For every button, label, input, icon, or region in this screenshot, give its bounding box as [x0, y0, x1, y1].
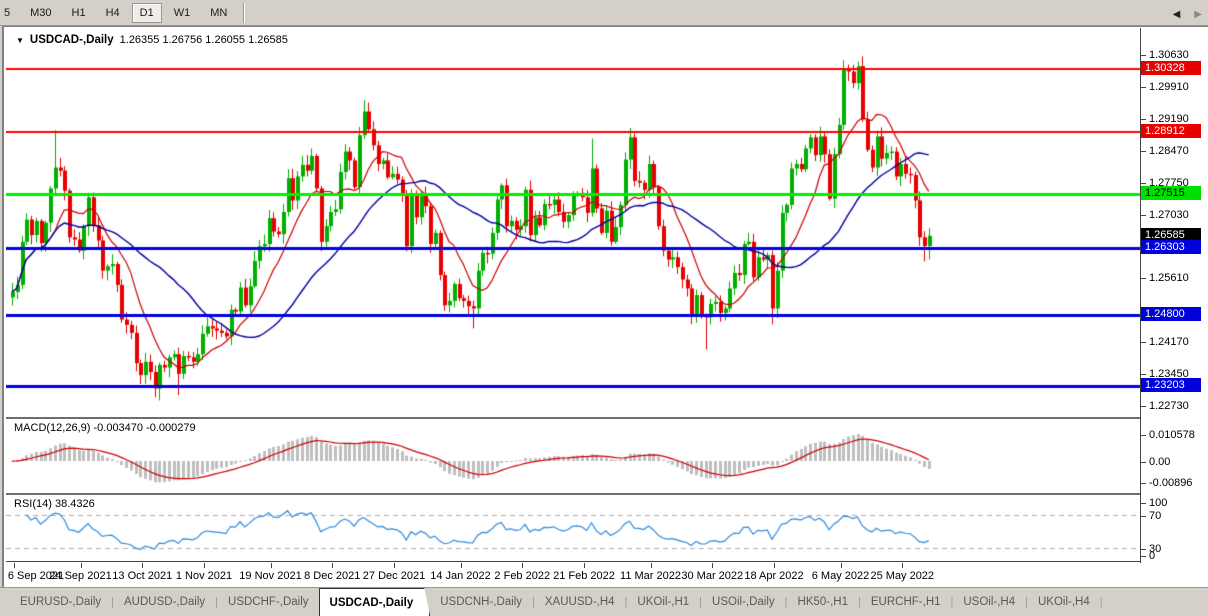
- date-axis-label: 13 Oct 2021: [112, 570, 172, 582]
- rsi-axis-label: 70: [1149, 510, 1161, 522]
- macd-axis-label: 0.010578: [1149, 429, 1195, 441]
- date-tick-mark: [14, 563, 15, 568]
- timeframe-button-h4[interactable]: H4: [98, 3, 128, 23]
- date-tick-mark: [651, 563, 652, 568]
- chart-title: ▼ USDCAD-,Daily 1.26355 1.26756 1.26055 …: [16, 34, 288, 46]
- timeframe-button-5[interactable]: 5: [0, 3, 18, 23]
- date-tick-mark: [332, 563, 333, 568]
- date-axis-label: 27 Dec 2021: [363, 570, 425, 582]
- price-level-badge: 1.24800: [1141, 307, 1201, 321]
- timeframe-button-w1[interactable]: W1: [166, 3, 199, 23]
- tab-separator: |: [1100, 588, 1103, 616]
- date-tick-mark: [522, 563, 523, 568]
- timeframe-button-m30[interactable]: M30: [22, 3, 59, 23]
- date-axis: 6 Sep 202124 Sep 202113 Oct 20211 Nov 20…: [6, 563, 1208, 586]
- rsi-canvas[interactable]: [6, 495, 1140, 561]
- rsi-label: RSI(14) 38.4326: [14, 498, 95, 510]
- date-tick-mark: [584, 563, 585, 568]
- price-chart-canvas[interactable]: [6, 28, 1140, 417]
- price-axis-label: 1.24170: [1149, 336, 1189, 348]
- date-tick-mark: [902, 563, 903, 568]
- date-tick-mark: [271, 563, 272, 568]
- tab-scroll-right-icon[interactable]: ▶: [1194, 9, 1202, 20]
- price-level-badge: 1.26303: [1141, 240, 1201, 254]
- price-level-badge: 1.27515: [1141, 186, 1201, 200]
- price-axis-label: 1.25610: [1149, 272, 1189, 284]
- tab-eurchf-h1[interactable]: EURCHF-,H1: [861, 588, 951, 616]
- tab-usdcad-daily[interactable]: USDCAD-,Daily: [319, 588, 431, 616]
- date-axis-label: 6 May 2022: [812, 570, 869, 582]
- date-tick-mark: [204, 563, 205, 568]
- rsi-axis-label: 0: [1149, 550, 1155, 562]
- date-axis-label: 21 Feb 2022: [553, 570, 615, 582]
- rsi-axis-label: 100: [1149, 497, 1167, 509]
- price-axis-label: 1.29190: [1149, 113, 1189, 125]
- date-tick-mark: [774, 563, 775, 568]
- date-axis-label: 18 Apr 2022: [744, 570, 803, 582]
- date-axis-label: 11 Mar 2022: [620, 570, 681, 582]
- date-axis-label: 19 Nov 2021: [239, 570, 301, 582]
- macd-label: MACD(12,26,9) -0.003470 -0.000279: [14, 422, 196, 434]
- date-axis-label: 1 Nov 2021: [176, 570, 232, 582]
- price-axis-label: 1.29910: [1149, 81, 1189, 93]
- tab-hk50-h1[interactable]: HK50-,H1: [788, 588, 859, 616]
- timeframe-button-h1[interactable]: H1: [64, 3, 94, 23]
- price-level-badge: 1.30328: [1141, 61, 1201, 75]
- date-axis-label: 8 Dec 2021: [304, 570, 360, 582]
- macd-pane: MACD(12,26,9) -0.003470 -0.000279: [6, 419, 1140, 495]
- tab-xauusd-h4[interactable]: XAUUSD-,H4: [535, 588, 625, 616]
- macd-axis-label: -0.00896: [1149, 477, 1192, 489]
- price-level-badge: 1.23203: [1141, 378, 1201, 392]
- timeframe-button-d1[interactable]: D1: [132, 3, 162, 23]
- price-axis-label: 1.22730: [1149, 400, 1189, 412]
- tab-audusd-daily[interactable]: AUDUSD-,Daily: [114, 588, 215, 616]
- price-chart-pane: ▼ USDCAD-,Daily 1.26355 1.26756 1.26055 …: [6, 28, 1140, 419]
- date-tick-mark: [81, 563, 82, 568]
- tab-usdchf-daily[interactable]: USDCHF-,Daily: [218, 588, 319, 616]
- date-tick-mark: [142, 563, 143, 568]
- date-tick-mark: [461, 563, 462, 568]
- tab-scroll-left-icon[interactable]: ◀: [1173, 9, 1181, 20]
- date-tick-mark: [712, 563, 713, 568]
- date-tick-mark: [841, 563, 842, 568]
- date-axis-label: 2 Feb 2022: [494, 570, 550, 582]
- date-axis-label: 14 Jan 2022: [430, 570, 491, 582]
- rsi-pane: RSI(14) 38.4326: [6, 495, 1140, 562]
- date-axis-label: 30 Mar 2022: [681, 570, 743, 582]
- price-axis-label: 1.28470: [1149, 145, 1189, 157]
- tab-usoil-daily[interactable]: USOil-,Daily: [702, 588, 785, 616]
- chart-dropdown-icon[interactable]: ▼: [16, 36, 24, 45]
- chart-window: ▼ USDCAD-,Daily 1.26355 1.26756 1.26055 …: [2, 26, 1208, 587]
- timeframe-toolbar: 5M30H1H4D1W1MN: [0, 0, 1208, 26]
- price-axis: 1.306301.299101.291901.284701.277501.270…: [1140, 28, 1208, 586]
- price-axis-label: 1.27030: [1149, 209, 1189, 221]
- tab-scroll-arrows: ◀ ▶: [1173, 0, 1202, 29]
- tab-usoil-h4[interactable]: USOil-,H4: [953, 588, 1025, 616]
- date-axis-label: 24 Sep 2021: [49, 570, 111, 582]
- macd-axis-label: 0.00: [1149, 456, 1170, 468]
- toolbar-separator: [243, 3, 244, 23]
- chart-symbol-label: USDCAD-,Daily: [30, 34, 114, 46]
- price-level-badge: 1.28912: [1141, 124, 1201, 138]
- timeframe-button-mn[interactable]: MN: [202, 3, 235, 23]
- chart-ohlc-values: 1.26355 1.26756 1.26055 1.26585: [120, 34, 288, 46]
- tab-usdcnh-daily[interactable]: USDCNH-,Daily: [430, 588, 532, 616]
- tab-ukoil-h1[interactable]: UKOil-,H1: [627, 588, 699, 616]
- tab-ukoil-h4[interactable]: UKOil-,H4: [1028, 588, 1100, 616]
- symbol-tabbar: EURUSD-,Daily|AUDUSD-,Daily|USDCHF-,Dail…: [0, 587, 1208, 616]
- tab-eurusd-daily[interactable]: EURUSD-,Daily: [10, 588, 111, 616]
- date-tick-mark: [394, 563, 395, 568]
- price-axis-label: 1.30630: [1149, 49, 1189, 61]
- date-axis-label: 25 May 2022: [870, 570, 934, 582]
